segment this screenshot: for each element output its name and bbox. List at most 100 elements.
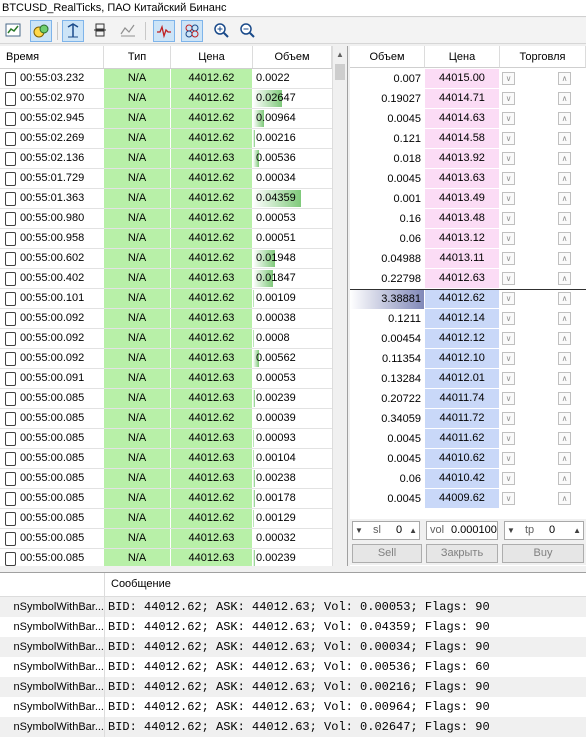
journal-row[interactable]: nSymbolWithBar... BID: 44012.62; ASK: 440… (0, 657, 586, 677)
bid-level[interactable]: 0.34059 44011.72 ∨ ∧ (350, 409, 586, 429)
header-price[interactable]: Цена (171, 46, 253, 68)
journal-row[interactable]: nSymbolWithBar... BID: 44012.62; ASK: 440… (0, 597, 586, 617)
sell-limit-icon[interactable]: ∨ (502, 232, 515, 245)
bid-level[interactable]: 0.0045 44011.62 ∨ ∧ (350, 429, 586, 449)
sell-limit-icon[interactable]: ∨ (502, 372, 515, 385)
scroll-thumb[interactable] (335, 64, 345, 80)
tick-row[interactable]: 00:55:02.945 N/A 44012.62 0.00964 (0, 109, 332, 129)
buy-limit-icon[interactable]: ∧ (558, 452, 571, 465)
depth-icon[interactable] (90, 20, 112, 42)
sell-limit-icon[interactable]: ∨ (502, 492, 515, 505)
chart-icon[interactable] (3, 20, 25, 42)
volume-value[interactable]: 0.000100 (451, 522, 497, 539)
sell-limit-icon[interactable]: ∨ (502, 432, 515, 445)
buy-limit-icon[interactable]: ∧ (558, 412, 571, 425)
zoom-in-icon[interactable] (211, 20, 233, 42)
bid-level[interactable]: 0.11354 44012.10 ∨ ∧ (350, 349, 586, 369)
header-time[interactable]: Время (0, 46, 104, 68)
sell-limit-icon[interactable]: ∨ (502, 332, 515, 345)
ticks-scrollbar[interactable]: ▲ (332, 46, 347, 566)
bid-level[interactable]: 0.0045 44009.62 ∨ ∧ (350, 489, 586, 509)
tick-row[interactable]: 00:55:00.092 N/A 44012.63 0.00562 (0, 349, 332, 369)
tick-row[interactable]: 00:55:00.085 N/A 44012.63 0.00238 (0, 469, 332, 489)
ask-level[interactable]: 0.007 44015.00 ∨ ∧ (350, 69, 586, 89)
bid-level[interactable]: 3.38881 44012.62 ∨ ∧ (350, 289, 586, 309)
bid-level[interactable]: 0.06 44010.42 ∨ ∧ (350, 469, 586, 489)
ask-level[interactable]: 0.06 44013.12 ∨ ∧ (350, 229, 586, 249)
tp-down-icon[interactable]: ▼ (507, 522, 515, 539)
sell-limit-icon[interactable]: ∨ (502, 352, 515, 365)
bid-level[interactable]: 0.0045 44010.62 ∨ ∧ (350, 449, 586, 469)
sell-limit-icon[interactable]: ∨ (502, 72, 515, 85)
sell-limit-icon[interactable]: ∨ (502, 452, 515, 465)
ask-level[interactable]: 0.04988 44013.11 ∨ ∧ (350, 249, 586, 269)
ask-level[interactable]: 0.19027 44014.71 ∨ ∧ (350, 89, 586, 109)
buy-limit-icon[interactable]: ∧ (558, 432, 571, 445)
filter-icon[interactable] (118, 20, 140, 42)
sell-limit-icon[interactable]: ∨ (502, 312, 515, 325)
ask-level[interactable]: 0.001 44013.49 ∨ ∧ (350, 189, 586, 209)
sl-field[interactable]: ▼ sl 0 ▲ (352, 521, 420, 540)
tick-row[interactable]: 00:55:02.269 N/A 44012.62 0.00216 (0, 129, 332, 149)
tick-row[interactable]: 00:55:00.085 N/A 44012.63 0.00032 (0, 529, 332, 549)
close-button[interactable]: Закрыть (426, 544, 498, 563)
ask-level[interactable]: 0.0045 44013.63 ∨ ∧ (350, 169, 586, 189)
sell-limit-icon[interactable]: ∨ (502, 212, 515, 225)
tick-row[interactable]: 00:55:00.980 N/A 44012.62 0.00053 (0, 209, 332, 229)
sell-limit-icon[interactable]: ∨ (502, 272, 515, 285)
tick-row[interactable]: 00:55:03.232 N/A 44012.62 0.0022 (0, 69, 332, 89)
tick-row[interactable]: 00:55:00.091 N/A 44012.63 0.00053 (0, 369, 332, 389)
auto-scroll-icon[interactable] (62, 20, 84, 42)
sl-down-icon[interactable]: ▼ (355, 522, 363, 539)
buy-limit-icon[interactable]: ∧ (558, 72, 571, 85)
tick-row[interactable]: 00:55:00.402 N/A 44012.63 0.01847 (0, 269, 332, 289)
tick-row[interactable]: 00:55:00.958 N/A 44012.62 0.00051 (0, 229, 332, 249)
tick-row[interactable]: 00:55:01.363 N/A 44012.62 0.04359 (0, 189, 332, 209)
bid-level[interactable]: 0.20722 44011.74 ∨ ∧ (350, 389, 586, 409)
header-volume[interactable]: Объем (253, 46, 332, 68)
buy-limit-icon[interactable]: ∧ (558, 152, 571, 165)
tick-row[interactable]: 00:55:00.085 N/A 44012.63 0.00239 (0, 389, 332, 409)
ask-level[interactable]: 0.0045 44014.63 ∨ ∧ (350, 109, 586, 129)
sell-limit-icon[interactable]: ∨ (502, 112, 515, 125)
sl-value[interactable]: 0 (396, 522, 402, 539)
buy-limit-icon[interactable]: ∧ (558, 472, 571, 485)
sell-limit-icon[interactable]: ∨ (502, 132, 515, 145)
buy-limit-icon[interactable]: ∧ (558, 292, 571, 305)
sell-limit-icon[interactable]: ∨ (502, 292, 515, 305)
sell-limit-icon[interactable]: ∨ (502, 392, 515, 405)
tick-row[interactable]: 00:55:00.085 N/A 44012.63 0.00104 (0, 449, 332, 469)
sell-limit-icon[interactable]: ∨ (502, 252, 515, 265)
buy-limit-icon[interactable]: ∧ (558, 112, 571, 125)
tp-up-icon[interactable]: ▲ (573, 522, 581, 539)
buy-limit-icon[interactable]: ∧ (558, 232, 571, 245)
tick-row[interactable]: 00:55:02.136 N/A 44012.63 0.00536 (0, 149, 332, 169)
tp-field[interactable]: ▼ tp 0 ▲ (504, 521, 584, 540)
scroll-up-icon[interactable]: ▲ (335, 50, 345, 60)
sl-up-icon[interactable]: ▲ (409, 522, 417, 539)
buy-limit-icon[interactable]: ∧ (558, 492, 571, 505)
sell-button[interactable]: Sell (352, 544, 422, 563)
buy-limit-icon[interactable]: ∧ (558, 392, 571, 405)
zoom-out-icon[interactable] (237, 20, 259, 42)
buy-limit-icon[interactable]: ∧ (558, 352, 571, 365)
tick-row[interactable]: 00:55:00.085 N/A 44012.62 0.00178 (0, 489, 332, 509)
bid-level[interactable]: 0.13284 44012.01 ∨ ∧ (350, 369, 586, 389)
sell-limit-icon[interactable]: ∨ (502, 172, 515, 185)
buy-limit-icon[interactable]: ∧ (558, 212, 571, 225)
header-type[interactable]: Тип (104, 46, 171, 68)
sell-limit-icon[interactable]: ∨ (502, 412, 515, 425)
sell-limit-icon[interactable]: ∨ (502, 192, 515, 205)
buy-limit-icon[interactable]: ∧ (558, 272, 571, 285)
ask-level[interactable]: 0.22798 44012.63 ∨ ∧ (350, 269, 586, 289)
buy-limit-icon[interactable]: ∧ (558, 372, 571, 385)
tick-row[interactable]: 00:55:00.092 N/A 44012.62 0.0008 (0, 329, 332, 349)
tick-row[interactable]: 00:55:00.085 N/A 44012.63 0.00093 (0, 429, 332, 449)
tick-row[interactable]: 00:55:00.101 N/A 44012.62 0.00109 (0, 289, 332, 309)
bid-level[interactable]: 0.00454 44012.12 ∨ ∧ (350, 329, 586, 349)
buy-limit-icon[interactable]: ∧ (558, 312, 571, 325)
tick-row[interactable]: 00:55:00.085 N/A 44012.63 0.00239 (0, 549, 332, 566)
bid-level[interactable]: 0.1211 44012.14 ∨ ∧ (350, 309, 586, 329)
sell-limit-icon[interactable]: ∨ (502, 92, 515, 105)
sell-limit-icon[interactable]: ∨ (502, 152, 515, 165)
